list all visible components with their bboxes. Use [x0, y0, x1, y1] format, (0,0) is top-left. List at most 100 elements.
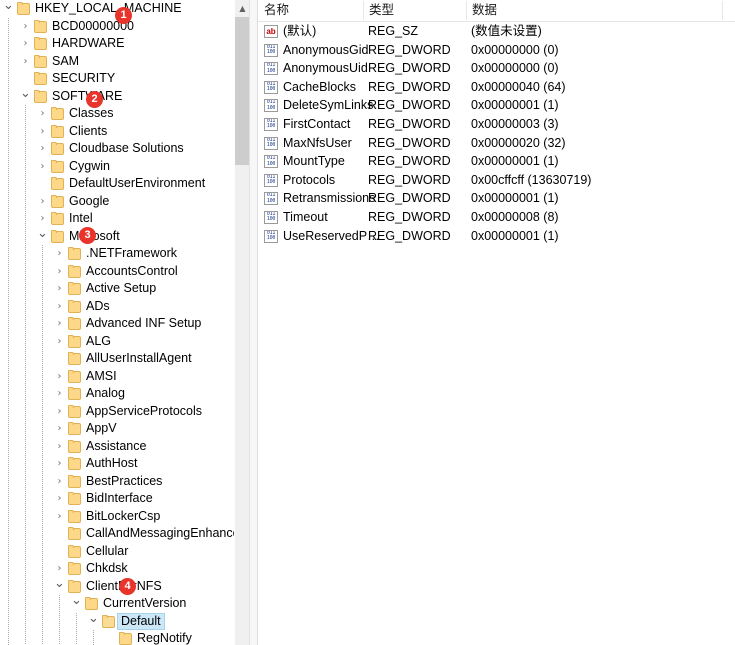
value-row[interactable]: 011 100 Protocols REG_DWORD 0x00cffcff (1363… [258, 171, 735, 190]
chevron-right-icon[interactable]: › [36, 123, 49, 141]
chevron-right-icon[interactable]: › [53, 368, 66, 386]
chevron-right-icon[interactable]: › [53, 438, 66, 456]
scroll-up-arrow-icon[interactable]: ▲ [235, 0, 250, 17]
value-row[interactable]: ab (默认) REG_SZ (数值未设置) [258, 22, 735, 41]
registry-key-tree[interactable]: ⌄ HKEY_LOCAL_MACHINE › BCD00000000 › HARDWARE… [0, 0, 234, 645]
value-row[interactable]: 011 100 AnonymousUid REG_DWORD 0x00000000 (0… [258, 59, 735, 78]
column-header-data[interactable]: 数据 [466, 0, 722, 21]
chevron-right-icon[interactable]: › [53, 280, 66, 298]
tree-item-active-setup[interactable]: › Active Setup [0, 280, 234, 298]
chevron-right-icon[interactable]: › [53, 420, 66, 438]
scrollbar-thumb[interactable] [235, 17, 250, 165]
chevron-right-icon[interactable]: › [19, 18, 32, 36]
tree-item-defaultuserenvironment[interactable]: DefaultUserEnvironment [0, 175, 234, 193]
value-row[interactable]: 011 100 Timeout REG_DWORD 0x00000008 (8) [258, 208, 735, 227]
tree-item-alg[interactable]: › ALG [0, 333, 234, 351]
tree-item-appserviceprotocols[interactable]: › AppServiceProtocols [0, 403, 234, 421]
tree-item-regnotify[interactable]: RegNotify [0, 630, 234, 645]
value-row[interactable]: 011 100 DeleteSymLinks REG_DWORD 0x00000001 … [258, 96, 735, 115]
chevron-right-icon[interactable]: › [19, 53, 32, 71]
tree-leaf-stub [53, 525, 66, 543]
chevron-right-icon[interactable]: › [53, 385, 66, 403]
chevron-down-icon[interactable]: ⌄ [70, 594, 83, 613]
chevron-right-icon[interactable]: › [53, 560, 66, 578]
tree-item-cygwin[interactable]: › Cygwin [0, 158, 234, 176]
value-row[interactable]: 011 100 Retransmissions REG_DWORD 0x00000001… [258, 189, 735, 208]
tree-item-callandmessagingenhancement[interactable]: CallAndMessagingEnhancement [0, 525, 234, 543]
tree-item-clientfornfs[interactable]: ⌄ClientForNFS [0, 577, 234, 596]
tree-item-sam[interactable]: › SAM [0, 53, 234, 71]
tree-item-alluserinstallagent[interactable]: AllUserInstallAgent [0, 350, 234, 368]
tree-item-clients[interactable]: › Clients [0, 123, 234, 141]
value-data: (数值未设置) [471, 24, 542, 38]
value-row[interactable]: 011 100 UseReservedP… REG_DWORD 0x00000001 (… [258, 227, 735, 246]
folder-icon [68, 562, 81, 575]
chevron-right-icon[interactable]: › [36, 140, 49, 158]
tree-item-cloudbase-solutions[interactable]: › Cloudbase Solutions [0, 140, 234, 158]
chevron-right-icon[interactable]: › [53, 455, 66, 473]
tree-item-software[interactable]: ⌄SOFTWARE [0, 87, 234, 106]
column-divider[interactable] [722, 1, 723, 20]
tree-item-microsoft[interactable]: ⌄Microsoft [0, 227, 234, 246]
chevron-right-icon[interactable]: › [53, 508, 66, 526]
tree-item-bestpractices[interactable]: › BestPractices [0, 473, 234, 491]
chevron-right-icon[interactable]: › [53, 315, 66, 333]
folder-icon [68, 544, 81, 558]
tree-item-label: ALG [86, 333, 112, 348]
chevron-right-icon[interactable]: › [53, 403, 66, 421]
tree-item-analog[interactable]: › Analog [0, 385, 234, 403]
tree-vertical-scrollbar[interactable]: ▲ [234, 0, 250, 645]
value-row[interactable]: 011 100 MaxNfsUser REG_DWORD 0x00000020 (32) [258, 134, 735, 153]
chevron-down-icon[interactable]: ⌄ [19, 87, 32, 106]
tree-item-bitlockercsp[interactable]: › BitLockerCsp [0, 508, 234, 526]
tree-item-chkdsk[interactable]: › Chkdsk [0, 560, 234, 578]
tree-item-default[interactable]: ⌄ Default [0, 612, 234, 631]
column-header-name[interactable]: 名称 [258, 0, 363, 21]
chevron-right-icon[interactable]: › [36, 105, 49, 123]
pane-splitter[interactable] [249, 0, 258, 645]
tree-item-accountscontrol[interactable]: › AccountsControl [0, 263, 234, 281]
tree-item-advanced-inf-setup[interactable]: › Advanced INF Setup [0, 315, 234, 333]
tree-item-authhost[interactable]: › AuthHost [0, 455, 234, 473]
tree-item-hardware[interactable]: › HARDWARE [0, 35, 234, 53]
tree-item-label: RegNotify [137, 631, 192, 645]
chevron-right-icon[interactable]: › [53, 333, 66, 351]
column-header-type[interactable]: 类型 [363, 0, 466, 21]
tree-item-cellular[interactable]: Cellular [0, 543, 234, 561]
registry-values-list[interactable]: 名称 类型 数据 ab (默认) REG_SZ (数值未设置) 011 100 Anonym… [258, 0, 735, 645]
value-type: REG_DWORD [368, 172, 451, 187]
tree-item-assistance[interactable]: › Assistance [0, 438, 234, 456]
chevron-right-icon[interactable]: › [53, 298, 66, 316]
chevron-right-icon[interactable]: › [19, 35, 32, 53]
chevron-right-icon[interactable]: › [53, 263, 66, 281]
chevron-down-icon[interactable]: ⌄ [87, 612, 100, 631]
chevron-right-icon[interactable]: › [53, 245, 66, 263]
value-row[interactable]: 011 100 CacheBlocks REG_DWORD 0x00000040 (64… [258, 78, 735, 97]
chevron-right-icon[interactable]: › [36, 158, 49, 176]
chevron-down-icon[interactable]: ⌄ [36, 227, 49, 246]
tree-item-amsi[interactable]: › AMSI [0, 368, 234, 386]
chevron-down-icon[interactable]: ⌄ [53, 577, 66, 596]
tree-item-intel[interactable]: › Intel [0, 210, 234, 228]
tree-item-currentversion[interactable]: ⌄ CurrentVersion [0, 594, 234, 613]
chevron-right-icon[interactable]: › [36, 210, 49, 228]
folder-icon [68, 457, 81, 470]
tree-item-bidinterface[interactable]: › BidInterface [0, 490, 234, 508]
folder-icon [68, 282, 81, 295]
tree-item-security[interactable]: SECURITY [0, 70, 234, 88]
values-column-header[interactable]: 名称 类型 数据 [258, 0, 735, 22]
tree-item-classes[interactable]: › Classes [0, 105, 234, 123]
chevron-down-icon[interactable]: ⌄ [2, 0, 15, 18]
tree-leaf-stub [53, 543, 66, 561]
tree-item-netframework[interactable]: › .NETFramework [0, 245, 234, 263]
tree-item-label: Assistance [86, 438, 147, 453]
value-row[interactable]: 011 100 AnonymousGid REG_DWORD 0x00000000 (0… [258, 41, 735, 60]
chevron-right-icon[interactable]: › [53, 473, 66, 491]
tree-item-appv[interactable]: › AppV [0, 420, 234, 438]
chevron-right-icon[interactable]: › [53, 490, 66, 508]
tree-item-google[interactable]: › Google [0, 193, 234, 211]
tree-item-ads[interactable]: › ADs [0, 298, 234, 316]
chevron-right-icon[interactable]: › [36, 193, 49, 211]
value-row[interactable]: 011 100 MountType REG_DWORD 0x00000001 (1) [258, 152, 735, 171]
value-row[interactable]: 011 100 FirstContact REG_DWORD 0x00000003 (3… [258, 115, 735, 134]
